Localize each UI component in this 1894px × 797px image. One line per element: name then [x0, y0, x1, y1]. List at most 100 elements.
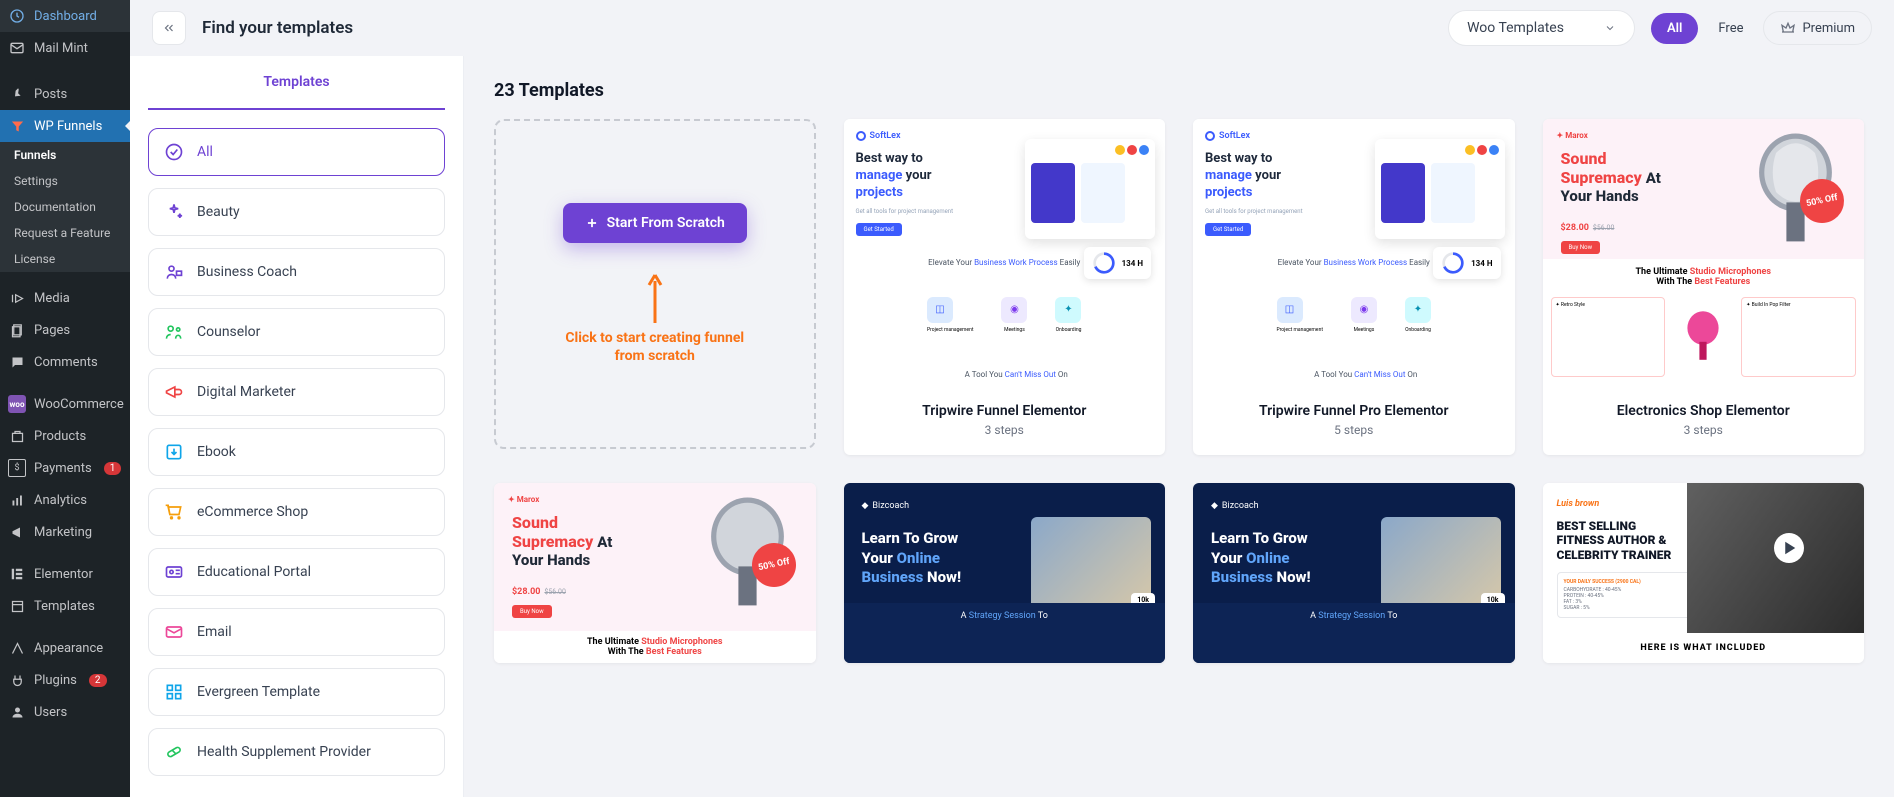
category-digital-marketer[interactable]: Digital Marketer [148, 368, 445, 416]
sidebar-item-marketing[interactable]: Marketing [0, 516, 130, 548]
category-beauty[interactable]: Beauty [148, 188, 445, 236]
sidebar-item-label: Products [34, 429, 86, 444]
template-title: Tripwire Funnel Pro Elementor [1203, 403, 1505, 419]
chevron-double-left-icon [162, 21, 176, 35]
counselor-icon [163, 321, 185, 343]
start-from-scratch-button[interactable]: Start From Scratch [563, 203, 747, 243]
grid-icon [163, 681, 185, 703]
sidebar-item-pages[interactable]: Pages [0, 314, 130, 346]
sidebar-item-dashboard[interactable]: Dashboard [0, 0, 130, 32]
filter-free[interactable]: Free [1702, 13, 1759, 44]
template-card[interactable]: Luis brown BEST SELLINGFITNESS AUTHOR &C… [1543, 483, 1865, 663]
sidebar-item-label: Appearance [34, 641, 103, 656]
category-label: eCommerce Shop [197, 504, 308, 520]
template-card[interactable]: ◆ Bizcoach Learn To GrowYour OnlineBusin… [1193, 483, 1515, 663]
sidebar-item-wpfunnels[interactable]: WP Funnels [0, 110, 130, 142]
annotation-text-line1: Click to start creating funnel [565, 330, 744, 346]
sidebar-item-label: Marketing [34, 525, 92, 540]
elementor-icon [8, 565, 26, 583]
submenu-license[interactable]: License [0, 246, 130, 272]
sidebar-item-comments[interactable]: Comments [0, 346, 130, 378]
template-thumbnail: SoftLex Best way tomanage yourprojects G… [844, 119, 1166, 389]
template-thumbnail: ◆ Bizcoach Learn To GrowYour OnlineBusin… [844, 483, 1166, 663]
category-label: Ebook [197, 444, 236, 460]
category-all[interactable]: All [148, 128, 445, 176]
appearance-icon [8, 639, 26, 657]
category-email[interactable]: Email [148, 608, 445, 656]
crown-icon [1780, 20, 1796, 36]
cart-icon [163, 501, 185, 523]
sidebar-item-label: WooCommerce [34, 397, 124, 412]
chevron-down-icon [1604, 22, 1616, 34]
sidebar-item-media[interactable]: Media [0, 282, 130, 314]
category-ecommerce[interactable]: eCommerce Shop [148, 488, 445, 536]
sidebar-item-label: Media [34, 291, 70, 306]
template-card[interactable]: ◆ Bizcoach Learn To GrowYour OnlineBusin… [844, 483, 1166, 663]
sidebar-item-mailmint[interactable]: Mail Mint [0, 32, 130, 64]
category-health-supplement[interactable]: Health Supplement Provider [148, 728, 445, 776]
collapse-button[interactable] [152, 11, 186, 45]
sidebar-item-payments[interactable]: $ Payments 1 [0, 452, 130, 484]
media-icon [8, 289, 26, 307]
analytics-icon [8, 491, 26, 509]
annotation: Click to start creating funnel from scra… [565, 273, 744, 365]
template-card[interactable]: ✦ Marox Sound Supremacy At Your Hands $2… [494, 483, 816, 663]
dashboard-icon [8, 7, 26, 25]
sidebar-item-products[interactable]: Products [0, 420, 130, 452]
sidebar-item-woocommerce[interactable]: woo WooCommerce [0, 388, 130, 420]
templates-icon [8, 597, 26, 615]
template-card[interactable]: SoftLex Best way tomanage yourprojects G… [1193, 119, 1515, 455]
sidebar-item-label: Pages [34, 323, 70, 338]
category-counselor[interactable]: Counselor [148, 308, 445, 356]
sidebar-item-elementor[interactable]: Elementor [0, 558, 130, 590]
wp-admin-sidebar: Dashboard Mail Mint Posts WP Funnels Fun… [0, 0, 130, 797]
category-business-coach[interactable]: Business Coach [148, 248, 445, 296]
submenu-funnels[interactable]: Funnels [0, 142, 130, 168]
sidebar-item-label: Elementor [34, 567, 93, 582]
category-label: Educational Portal [197, 564, 311, 580]
sidebar-item-analytics[interactable]: Analytics [0, 484, 130, 516]
template-card[interactable]: ✦ Marox Sound Supremacy At Your Hands $2… [1543, 119, 1865, 455]
filter-premium[interactable]: Premium [1763, 11, 1872, 45]
submenu-settings[interactable]: Settings [0, 168, 130, 194]
download-book-icon [163, 441, 185, 463]
briefcase-person-icon [163, 261, 185, 283]
sidebar-item-plugins[interactable]: Plugins 2 [0, 664, 130, 696]
users-icon [8, 703, 26, 721]
category-evergreen[interactable]: Evergreen Template [148, 668, 445, 716]
sidebar-item-label: Posts [34, 87, 67, 102]
marketing-icon [8, 523, 26, 541]
template-thumbnail: ✦ Marox Sound Supremacy At Your Hands $2… [1543, 119, 1865, 389]
template-count-heading: 23 Templates [494, 80, 1864, 101]
category-label: All [197, 144, 213, 160]
category-label: Evergreen Template [197, 684, 320, 700]
template-thumbnail: ✦ Marox Sound Supremacy At Your Hands $2… [494, 483, 816, 663]
sidebar-item-label: Mail Mint [34, 41, 88, 56]
category-ebook[interactable]: Ebook [148, 428, 445, 476]
filter-segment: All Free Premium [1651, 11, 1872, 45]
sidebar-item-label: Payments [34, 461, 92, 476]
category-label: Digital Marketer [197, 384, 296, 400]
sidebar-item-templates[interactable]: Templates [0, 590, 130, 622]
filter-label: Premium [1802, 21, 1855, 36]
category-educational[interactable]: Educational Portal [148, 548, 445, 596]
tab-templates[interactable]: Templates [148, 56, 445, 110]
sidebar-item-posts[interactable]: Posts [0, 78, 130, 110]
template-card[interactable]: SoftLex Best way tomanage yourprojects G… [844, 119, 1166, 455]
submenu-request-feature[interactable]: Request a Feature [0, 220, 130, 246]
payments-icon: $ [8, 459, 26, 477]
template-title: Tripwire Funnel Elementor [854, 403, 1156, 419]
category-label: Email [197, 624, 232, 640]
filter-all[interactable]: All [1651, 13, 1698, 44]
template-type-select[interactable]: Woo Templates [1448, 10, 1635, 46]
template-thumbnail: ◆ Bizcoach Learn To GrowYour OnlineBusin… [1193, 483, 1515, 663]
category-label: Beauty [197, 204, 240, 220]
topbar: Find your templates Woo Templates All Fr… [130, 0, 1894, 56]
template-steps: 3 steps [854, 423, 1156, 437]
id-card-icon [163, 561, 185, 583]
submenu-documentation[interactable]: Documentation [0, 194, 130, 220]
envelope-icon [163, 621, 185, 643]
sparkle-icon [163, 201, 185, 223]
sidebar-item-users[interactable]: Users [0, 696, 130, 728]
sidebar-item-appearance[interactable]: Appearance [0, 632, 130, 664]
